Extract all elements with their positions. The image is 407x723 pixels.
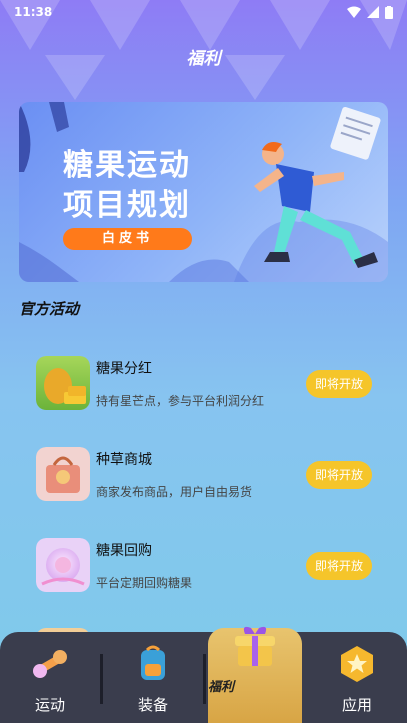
tab-label: 运动: [34, 696, 65, 714]
star-badge-icon: [341, 646, 373, 682]
mango-gold-icon: [36, 356, 90, 410]
item-desc: 持有星芒点，参与平台利润分红: [96, 394, 265, 408]
page-title: 福利: [186, 49, 221, 69]
tab-label: 福利: [208, 680, 235, 695]
whitepaper-banner[interactable]: 糖果运动 项目规划 白皮书: [19, 102, 388, 282]
banner-title-line1: 糖果运动: [63, 148, 191, 183]
gift-box-icon: [235, 626, 275, 666]
signal-icon: [367, 6, 379, 18]
shopping-bag-icon: [36, 447, 90, 501]
tab-apps[interactable]: 应用: [307, 632, 407, 723]
item-desc: 平台定期回购糖果: [96, 576, 193, 590]
banner-title-line2: 项目规划: [63, 188, 191, 223]
tab-sport[interactable]: 运动: [0, 632, 100, 723]
status-time: 11:38: [14, 5, 53, 19]
coming-soon-button[interactable]: 即将开放: [306, 461, 372, 489]
runner-illustration: [254, 106, 381, 268]
status-bar: 11:38: [0, 0, 407, 24]
banner-pill: 白皮书: [63, 228, 192, 250]
item-name: 种草商城: [96, 452, 152, 468]
list-item: 糖果分红 持有星芒点，参与平台利润分红 即将开放: [36, 354, 376, 414]
tab-label: 应用: [341, 696, 372, 714]
bottom-tab-bar: 运动 装备 应用: [0, 632, 407, 723]
dumbbell-icon: [33, 650, 67, 678]
tab-label: 装备: [137, 696, 168, 714]
coming-soon-button[interactable]: 即将开放: [306, 552, 372, 580]
item-name: 糖果回购: [96, 543, 152, 559]
item-name: 糖果分红: [96, 361, 152, 377]
item-desc: 商家发布商品，用户自由易货: [96, 485, 253, 499]
tab-equipment[interactable]: 装备: [103, 632, 203, 723]
coming-soon-button[interactable]: 即将开放: [306, 370, 372, 398]
tab-divider: [203, 654, 206, 704]
list-item: 种草商城 商家发布商品，用户自由易货 即将开放: [36, 445, 376, 505]
list-item: 糖果回购 平台定期回购糖果 即将开放: [36, 536, 376, 596]
section-title: 官方活动: [19, 300, 80, 318]
status-icons: [347, 5, 393, 19]
banner-title: 糖果运动 项目规划: [63, 146, 191, 226]
wifi-icon: [347, 6, 361, 18]
tab-welfare[interactable]: 福利: [208, 626, 302, 723]
battery-icon: [385, 5, 393, 19]
backpack-icon: [141, 645, 165, 680]
candy-icon: [36, 538, 90, 592]
